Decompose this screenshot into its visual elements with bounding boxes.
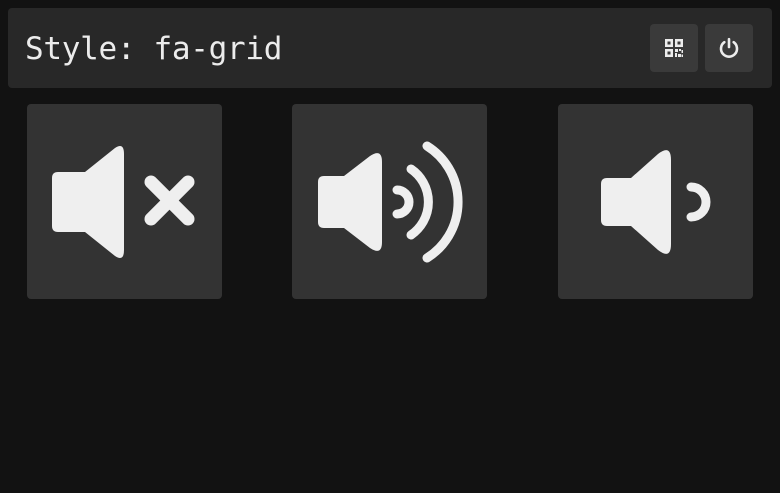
page-title: Style: fa-grid: [25, 31, 283, 67]
power-icon: [719, 37, 739, 58]
volume-down-tile[interactable]: [558, 104, 753, 299]
qr-code-button[interactable]: [650, 24, 698, 72]
header-bar: Style: fa-grid: [8, 8, 772, 88]
volume-up-icon: [318, 141, 463, 263]
volume-mute-icon: [52, 146, 195, 258]
volume-up-tile[interactable]: [292, 104, 487, 299]
power-button[interactable]: [705, 24, 753, 72]
volume-down-icon: [601, 150, 711, 254]
volume-mute-tile[interactable]: [27, 104, 222, 299]
qr-code-icon: [665, 39, 683, 57]
